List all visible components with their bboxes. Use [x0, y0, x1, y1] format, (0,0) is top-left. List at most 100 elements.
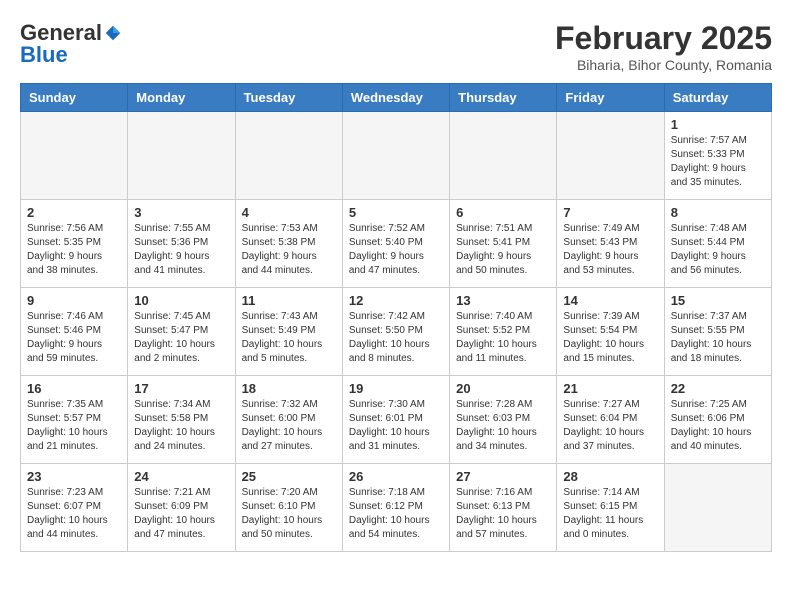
day-number-w2-d4: 5: [349, 205, 443, 220]
week-row-2: 2 Sunrise: 7:56 AM Sunset: 5:35 PM Daylig…: [21, 200, 772, 288]
col-saturday: Saturday: [664, 84, 771, 112]
day-cell-w4-d5: 20 Sunrise: 7:28 AM Sunset: 6:03 PM Dayli…: [450, 376, 557, 464]
day-info-w2-d6: Sunrise: 7:49 AM Sunset: 5:43 PM Dayligh…: [563, 222, 657, 278]
week-row-4: 16 Sunrise: 7:35 AM Sunset: 5:57 PM Dayli…: [21, 376, 772, 464]
day-info-w3-d4: Sunrise: 7:42 AM Sunset: 5:50 PM Dayligh…: [349, 310, 443, 366]
day-cell-w1-d5: [450, 112, 557, 200]
location-subtitle: Biharia, Bihor County, Romania: [555, 57, 772, 73]
day-info-w5-d6: Sunrise: 7:14 AM Sunset: 6:15 PM Dayligh…: [563, 486, 657, 542]
day-info-w4-d6: Sunrise: 7:27 AM Sunset: 6:04 PM Dayligh…: [563, 398, 657, 454]
calendar-header-row: Sunday Monday Tuesday Wednesday Thursday…: [21, 84, 772, 112]
day-info-w2-d2: Sunrise: 7:55 AM Sunset: 5:36 PM Dayligh…: [134, 222, 228, 278]
logo-icon: [104, 24, 122, 42]
day-cell-w4-d1: 16 Sunrise: 7:35 AM Sunset: 5:57 PM Dayli…: [21, 376, 128, 464]
day-info-w2-d7: Sunrise: 7:48 AM Sunset: 5:44 PM Dayligh…: [671, 222, 765, 278]
day-info-w2-d4: Sunrise: 7:52 AM Sunset: 5:40 PM Dayligh…: [349, 222, 443, 278]
col-monday: Monday: [128, 84, 235, 112]
day-cell-w2-d6: 7 Sunrise: 7:49 AM Sunset: 5:43 PM Daylig…: [557, 200, 664, 288]
day-cell-w5-d1: 23 Sunrise: 7:23 AM Sunset: 6:07 PM Dayli…: [21, 464, 128, 552]
logo: General Blue: [20, 20, 122, 68]
day-info-w4-d2: Sunrise: 7:34 AM Sunset: 5:58 PM Dayligh…: [134, 398, 228, 454]
day-info-w3-d1: Sunrise: 7:46 AM Sunset: 5:46 PM Dayligh…: [27, 310, 121, 366]
day-info-w3-d3: Sunrise: 7:43 AM Sunset: 5:49 PM Dayligh…: [242, 310, 336, 366]
col-wednesday: Wednesday: [342, 84, 449, 112]
day-info-w2-d5: Sunrise: 7:51 AM Sunset: 5:41 PM Dayligh…: [456, 222, 550, 278]
page-header: General Blue February 2025 Biharia, Biho…: [20, 20, 772, 73]
day-number-w5-d3: 25: [242, 469, 336, 484]
day-cell-w3-d7: 15Sunrise: 7:37 AM Sunset: 5:55 PM Dayli…: [664, 288, 771, 376]
day-number-w3-d5: 13: [456, 293, 550, 308]
day-info-w4-d7: Sunrise: 7:25 AM Sunset: 6:06 PM Dayligh…: [671, 398, 765, 454]
day-number-w5-d4: 26: [349, 469, 443, 484]
day-info-w4-d4: Sunrise: 7:30 AM Sunset: 6:01 PM Dayligh…: [349, 398, 443, 454]
day-info-w3-d2: Sunrise: 7:45 AM Sunset: 5:47 PM Dayligh…: [134, 310, 228, 366]
day-info-w3-d6: Sunrise: 7:39 AM Sunset: 5:54 PM Dayligh…: [563, 310, 657, 366]
day-cell-w1-d6: [557, 112, 664, 200]
day-number-w5-d6: 28: [563, 469, 657, 484]
col-sunday: Sunday: [21, 84, 128, 112]
day-cell-w2-d3: 4 Sunrise: 7:53 AM Sunset: 5:38 PM Daylig…: [235, 200, 342, 288]
day-number-w3-d3: 11: [242, 293, 336, 308]
day-cell-w3-d5: 13 Sunrise: 7:40 AM Sunset: 5:52 PM Dayli…: [450, 288, 557, 376]
day-cell-w2-d7: 8 Sunrise: 7:48 AM Sunset: 5:44 PM Daylig…: [664, 200, 771, 288]
day-info-w4-d5: Sunrise: 7:28 AM Sunset: 6:03 PM Dayligh…: [456, 398, 550, 454]
day-cell-w5-d7: [664, 464, 771, 552]
col-tuesday: Tuesday: [235, 84, 342, 112]
day-number-w2-d1: 2: [27, 205, 121, 220]
col-friday: Friday: [557, 84, 664, 112]
day-number-w2-d7: 8: [671, 205, 765, 220]
title-block: February 2025 Biharia, Bihor County, Rom…: [555, 20, 772, 73]
day-cell-w3-d1: 9 Sunrise: 7:46 AM Sunset: 5:46 PM Daylig…: [21, 288, 128, 376]
day-number-w3-d7: 15: [671, 293, 765, 308]
day-number-w5-d2: 24: [134, 469, 228, 484]
day-cell-w1-d2: [128, 112, 235, 200]
day-number-w2-d5: 6: [456, 205, 550, 220]
week-row-5: 23 Sunrise: 7:23 AM Sunset: 6:07 PM Dayli…: [21, 464, 772, 552]
day-cell-w4-d7: 22 Sunrise: 7:25 AM Sunset: 6:06 PM Dayli…: [664, 376, 771, 464]
day-cell-w3-d4: 12Sunrise: 7:42 AM Sunset: 5:50 PM Dayli…: [342, 288, 449, 376]
day-cell-w4-d3: 18Sunrise: 7:32 AM Sunset: 6:00 PM Dayli…: [235, 376, 342, 464]
day-info-w5-d5: Sunrise: 7:16 AM Sunset: 6:13 PM Dayligh…: [456, 486, 550, 542]
col-thursday: Thursday: [450, 84, 557, 112]
day-cell-w2-d5: 6 Sunrise: 7:51 AM Sunset: 5:41 PM Daylig…: [450, 200, 557, 288]
day-cell-w5-d3: 25 Sunrise: 7:20 AM Sunset: 6:10 PM Dayli…: [235, 464, 342, 552]
day-info-w4-d3: Sunrise: 7:32 AM Sunset: 6:00 PM Dayligh…: [242, 398, 336, 454]
day-number-w4-d2: 17: [134, 381, 228, 396]
day-number-w2-d3: 4: [242, 205, 336, 220]
day-number-w5-d1: 23: [27, 469, 121, 484]
day-cell-w5-d6: 28 Sunrise: 7:14 AM Sunset: 6:15 PM Dayli…: [557, 464, 664, 552]
day-number-w4-d5: 20: [456, 381, 550, 396]
day-number-w4-d1: 16: [27, 381, 121, 396]
day-cell-w1-d1: [21, 112, 128, 200]
day-info-w5-d1: Sunrise: 7:23 AM Sunset: 6:07 PM Dayligh…: [27, 486, 121, 542]
day-info-w2-d3: Sunrise: 7:53 AM Sunset: 5:38 PM Dayligh…: [242, 222, 336, 278]
day-cell-w4-d6: 21 Sunrise: 7:27 AM Sunset: 6:04 PM Dayli…: [557, 376, 664, 464]
day-number-w1-d7: 1: [671, 117, 765, 132]
day-number-w4-d6: 21: [563, 381, 657, 396]
day-number-w3-d1: 9: [27, 293, 121, 308]
day-info-w4-d1: Sunrise: 7:35 AM Sunset: 5:57 PM Dayligh…: [27, 398, 121, 454]
day-cell-w4-d4: 19Sunrise: 7:30 AM Sunset: 6:01 PM Dayli…: [342, 376, 449, 464]
day-cell-w5-d4: 26Sunrise: 7:18 AM Sunset: 6:12 PM Dayli…: [342, 464, 449, 552]
day-number-w4-d7: 22: [671, 381, 765, 396]
day-cell-w1-d7: 1Sunrise: 7:57 AM Sunset: 5:33 PM Daylig…: [664, 112, 771, 200]
week-row-1: 1Sunrise: 7:57 AM Sunset: 5:33 PM Daylig…: [21, 112, 772, 200]
logo-blue: Blue: [20, 42, 68, 68]
day-info-w5-d2: Sunrise: 7:21 AM Sunset: 6:09 PM Dayligh…: [134, 486, 228, 542]
week-row-3: 9 Sunrise: 7:46 AM Sunset: 5:46 PM Daylig…: [21, 288, 772, 376]
day-info-w3-d5: Sunrise: 7:40 AM Sunset: 5:52 PM Dayligh…: [456, 310, 550, 366]
day-cell-w2-d4: 5 Sunrise: 7:52 AM Sunset: 5:40 PM Daylig…: [342, 200, 449, 288]
day-number-w5-d5: 27: [456, 469, 550, 484]
day-number-w3-d6: 14: [563, 293, 657, 308]
day-cell-w2-d1: 2 Sunrise: 7:56 AM Sunset: 5:35 PM Daylig…: [21, 200, 128, 288]
day-info-w2-d1: Sunrise: 7:56 AM Sunset: 5:35 PM Dayligh…: [27, 222, 121, 278]
day-number-w2-d6: 7: [563, 205, 657, 220]
day-cell-w1-d3: [235, 112, 342, 200]
day-info-w5-d3: Sunrise: 7:20 AM Sunset: 6:10 PM Dayligh…: [242, 486, 336, 542]
day-cell-w1-d4: [342, 112, 449, 200]
day-cell-w4-d2: 17 Sunrise: 7:34 AM Sunset: 5:58 PM Dayli…: [128, 376, 235, 464]
day-number-w3-d2: 10: [134, 293, 228, 308]
day-number-w2-d2: 3: [134, 205, 228, 220]
day-cell-w3-d3: 11 Sunrise: 7:43 AM Sunset: 5:49 PM Dayli…: [235, 288, 342, 376]
month-title: February 2025: [555, 20, 772, 57]
